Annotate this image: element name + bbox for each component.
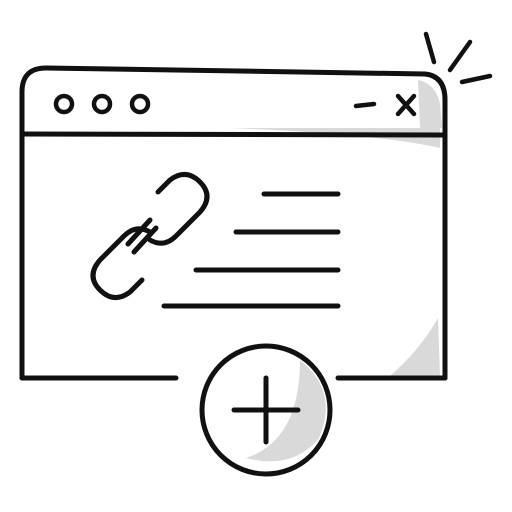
text-lines-icon bbox=[161, 191, 341, 309]
minimize-icon bbox=[353, 101, 377, 109]
browser-link-illustration bbox=[19, 31, 493, 477]
browser-window-icon bbox=[19, 65, 448, 381]
plus-circle-icon bbox=[199, 343, 333, 477]
window-shading bbox=[230, 80, 442, 376]
illustration-canvas bbox=[0, 0, 512, 512]
window-dot-icon bbox=[91, 93, 113, 115]
window-dot-icon bbox=[129, 93, 151, 115]
window-controls bbox=[53, 93, 417, 117]
close-icon bbox=[395, 93, 417, 117]
window-dot-icon bbox=[53, 93, 75, 115]
link-chain-icon bbox=[90, 172, 210, 300]
